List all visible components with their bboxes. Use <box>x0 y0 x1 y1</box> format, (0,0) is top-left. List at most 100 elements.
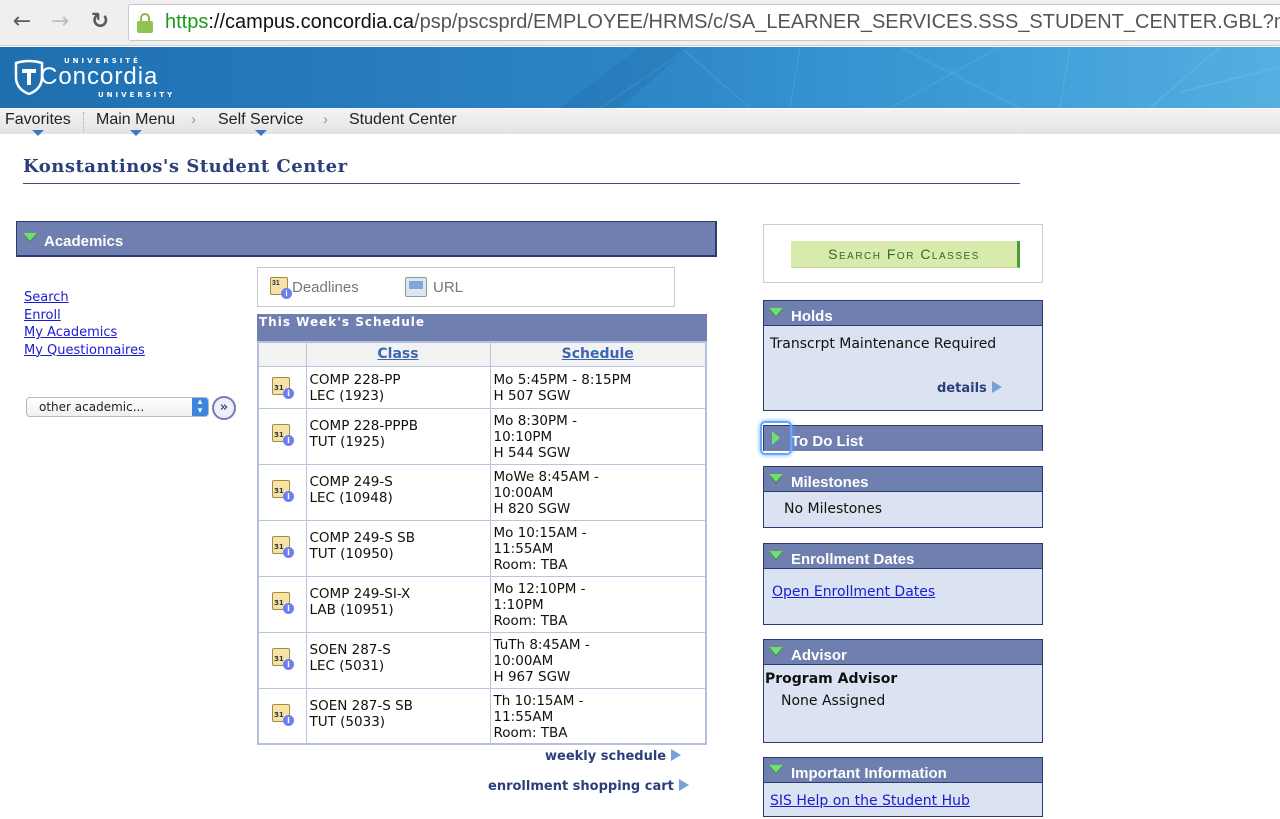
deadlines-calendar-icon: i <box>270 277 292 299</box>
class-details-calendar-icon[interactable]: i <box>272 535 294 558</box>
class-column-header[interactable]: Class <box>305 341 491 367</box>
class-text: COMP 249-SI-X <box>309 585 411 602</box>
menu-favorites[interactable]: Favorites <box>5 111 71 136</box>
academics-header[interactable]: Academics <box>16 221 717 257</box>
open-enrollment-dates-link[interactable]: Open Enrollment Dates <box>772 584 935 600</box>
class-cell: SOEN 287-S LEC (5031) <box>305 631 491 689</box>
schedule-row: iCOMP 228-PPLEC (1923)Mo 5:45PM - 8:15PM… <box>257 365 707 409</box>
schedule-row: iSOEN 287-SLEC (5031)TuTh 8:45AM -10:00A… <box>257 631 707 689</box>
class-cell: COMP 249-S SB TUT (10950) <box>305 519 491 577</box>
important-info-panel: Important Information SIS Help on the St… <box>763 757 1043 817</box>
class-details-calendar-icon[interactable]: i <box>272 591 294 614</box>
schedule-text: Mo 12:10PM - <box>493 580 586 597</box>
select-spinner-icon: ▴ ▾ <box>192 398 208 416</box>
class-detail-cell[interactable]: i <box>257 365 307 409</box>
arrow-right-icon <box>991 381 1002 393</box>
enrollment-dates-header[interactable]: Enrollment Dates <box>764 544 1042 569</box>
schedule-cell: Th 10:15AM -11:55AM Room: TBA <box>489 687 707 745</box>
link-enroll[interactable]: Enroll <box>24 307 145 325</box>
class-details-calendar-icon[interactable]: i <box>272 479 294 502</box>
schedule-column-header[interactable]: Schedule <box>489 341 707 367</box>
focus-ring <box>760 421 792 455</box>
schedule-row: iCOMP 249-SLEC (10948)MoWe 8:45AM -10:00… <box>257 463 707 521</box>
other-academic-select[interactable]: other academic... ▴ ▾ <box>26 397 209 417</box>
reload-button[interactable]: ↻ <box>86 8 114 36</box>
class-details-calendar-icon[interactable]: i <box>272 647 294 670</box>
collapse-triangle-icon[interactable] <box>23 233 37 241</box>
search-for-classes-button[interactable]: Search For Classes <box>791 241 1020 268</box>
link-search[interactable]: Search <box>24 289 145 307</box>
link-my-academics[interactable]: My Academics <box>24 324 145 342</box>
collapse-triangle-icon[interactable] <box>769 765 783 773</box>
schedule-row: iCOMP 228-PPPBTUT (1925)Mo 8:30PM -10:10… <box>257 407 707 465</box>
schedule-text: H 544 SGW <box>493 444 571 461</box>
menu-self-service[interactable]: Self Service <box>218 111 303 136</box>
todo-header[interactable]: To Do List <box>764 426 1042 451</box>
class-cell: SOEN 287-S SB TUT (5033) <box>305 687 491 745</box>
forward-button[interactable]: → <box>46 8 74 36</box>
class-cell: COMP 228-PPPB TUT (1925) <box>305 407 491 465</box>
class-text: TUT (5033) <box>309 713 386 730</box>
schedule-header-row: Class Schedule <box>257 341 707 367</box>
url-book-icon <box>405 277 427 297</box>
dropdown-caret-icon <box>31 130 44 136</box>
schedule-table: Class Schedule iCOMP 228-PPLEC (1923)Mo … <box>257 341 707 745</box>
schedule-cell: Mo 12:10PM -1:10PM Room: TBA <box>489 575 707 633</box>
schedule-text: H 820 SGW <box>493 500 571 517</box>
logo-bottom-text: UNIVERSITY <box>98 91 176 99</box>
class-details-calendar-icon[interactable]: i <box>272 703 294 726</box>
class-detail-cell[interactable]: i <box>257 687 307 745</box>
class-detail-cell[interactable]: i <box>257 407 307 465</box>
shopping-cart-link[interactable]: enrollment shopping cart <box>488 779 689 794</box>
class-text: COMP 249-S <box>309 473 393 490</box>
class-detail-cell[interactable]: i <box>257 519 307 577</box>
class-detail-cell[interactable]: i <box>257 631 307 689</box>
url-link[interactable]: URL <box>433 279 463 296</box>
schedule-text: 11:55AM <box>493 708 554 725</box>
class-text: SOEN 287-S <box>309 641 391 658</box>
holds-panel: Holds Transcrpt Maintenance Required det… <box>763 300 1043 411</box>
important-info-header[interactable]: Important Information <box>764 758 1042 783</box>
url-text: https://campus.concordia.ca/psp/pscsprd/… <box>165 11 1280 33</box>
address-bar[interactable]: https://campus.concordia.ca/psp/pscsprd/… <box>128 4 1280 41</box>
class-details-calendar-icon[interactable]: i <box>272 423 294 446</box>
schedule-text: Mo 8:30PM - <box>493 412 577 429</box>
menu-student-center[interactable]: Student Center <box>349 111 457 135</box>
class-text: TUT (1925) <box>309 433 386 450</box>
weekly-schedule-link[interactable]: weekly schedule <box>545 749 682 764</box>
breadcrumb-chevron-icon: › <box>323 111 328 128</box>
class-detail-cell[interactable]: i <box>257 575 307 633</box>
schedule-text: Th 10:15AM - <box>493 692 584 709</box>
collapse-triangle-icon[interactable] <box>769 474 783 482</box>
class-text: SOEN 287-S SB <box>309 697 413 714</box>
go-button[interactable]: » <box>212 396 236 420</box>
title-divider <box>23 183 1020 184</box>
collapse-triangle-icon[interactable] <box>769 551 783 559</box>
schedule-text: Mo 10:15AM - <box>493 524 587 541</box>
concordia-logo[interactable]: UNIVERSITÉ Concordia UNIVERSITY <box>14 55 184 103</box>
hold-item: Transcrpt Maintenance Required <box>770 336 997 352</box>
class-details-calendar-icon[interactable]: i <box>272 376 294 399</box>
back-button[interactable]: ← <box>8 8 36 36</box>
advisor-value: None Assigned <box>781 693 886 709</box>
enrollment-dates-panel: Enrollment Dates Open Enrollment Dates <box>763 543 1043 625</box>
holds-header[interactable]: Holds <box>764 301 1042 326</box>
menu-main-menu[interactable]: Main Menu <box>96 111 175 136</box>
advisor-header[interactable]: Advisor <box>764 640 1042 665</box>
sis-help-link[interactable]: SIS Help on the Student Hub <box>770 793 970 809</box>
page-title: Konstantinos's Student Center <box>23 156 348 177</box>
back-arrow-icon: ← <box>12 9 32 34</box>
milestones-header[interactable]: Milestones <box>764 467 1042 492</box>
arrow-right-icon <box>671 749 682 761</box>
collapse-triangle-icon[interactable] <box>769 308 783 316</box>
todo-panel: To Do List <box>763 425 1043 451</box>
collapse-triangle-icon[interactable] <box>769 647 783 655</box>
menu-divider <box>83 112 84 132</box>
deadlines-link[interactable]: Deadlines <box>292 279 359 296</box>
schedule-text: MoWe 8:45AM - <box>493 468 599 485</box>
link-my-questionnaires[interactable]: My Questionnaires <box>24 342 145 360</box>
class-text: LEC (10948) <box>309 489 393 506</box>
class-cell: COMP 249-S LEC (10948) <box>305 463 491 521</box>
holds-details-link[interactable]: details <box>937 381 1002 396</box>
class-detail-cell[interactable]: i <box>257 463 307 521</box>
